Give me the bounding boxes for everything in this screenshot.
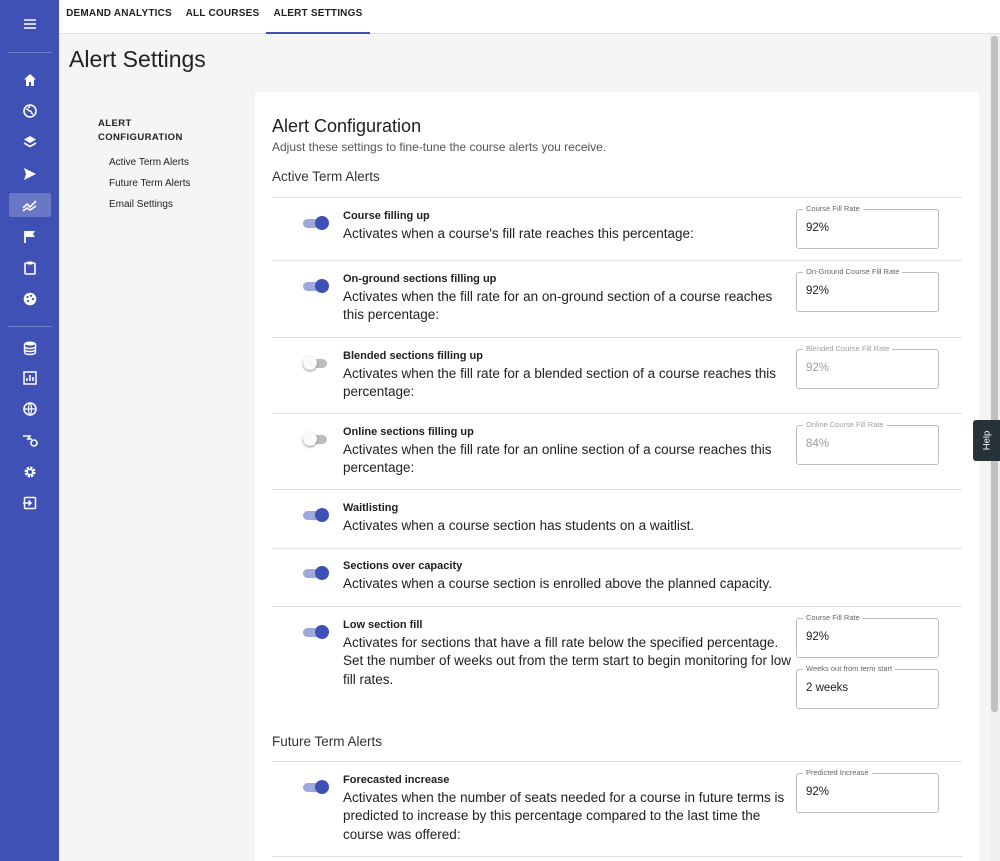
gear-icon[interactable]: [9, 460, 51, 484]
alert-name: Sections over capacity: [343, 560, 463, 572]
alert-description: Activates when the number of seats neede…: [343, 790, 785, 842]
tab-demand-analytics[interactable]: DEMAND ANALYTICS: [59, 0, 179, 34]
blended-fill-rate-input[interactable]: [806, 362, 926, 374]
on-ground-fill-rate-input[interactable]: [806, 285, 926, 297]
alert-name: Forecasted increase: [343, 774, 450, 786]
alert-toggle[interactable]: [303, 565, 329, 580]
online-fill-rate-input[interactable]: [806, 438, 926, 450]
alert-toggle[interactable]: [303, 355, 329, 370]
alert-toggle[interactable]: [303, 507, 329, 522]
nav-active-term-alerts[interactable]: Active Term Alerts: [109, 157, 189, 168]
section-active-term: Active Term Alerts: [272, 169, 380, 184]
nav-future-term-alerts[interactable]: Future Term Alerts: [109, 178, 191, 189]
low-fill-rate-input[interactable]: [806, 631, 926, 643]
divider: [272, 260, 962, 261]
bar-chart-icon[interactable]: [9, 366, 51, 390]
course-fill-rate-field[interactable]: Course Fill Rate: [796, 204, 939, 249]
palette-icon[interactable]: [9, 287, 51, 311]
on-ground-fill-rate-field[interactable]: On-Ground Course Fill Rate: [796, 267, 939, 312]
field-label: On-Ground Course Fill Rate: [803, 267, 903, 276]
divider: [272, 197, 962, 198]
flag-icon[interactable]: [9, 225, 51, 249]
divider: [272, 761, 962, 762]
trend-icon[interactable]: [9, 193, 51, 217]
alert-name: Low section fill: [343, 619, 423, 631]
alert-configuration-card: Alert Configuration Adjust these setting…: [255, 92, 979, 861]
predicted-increase-input[interactable]: [806, 786, 926, 798]
home-icon[interactable]: [9, 68, 51, 92]
field-label: Course Fill Rate: [803, 613, 863, 622]
weeks-out-input[interactable]: [806, 682, 926, 694]
online-fill-rate-field[interactable]: Online Course Fill Rate: [796, 420, 939, 465]
divider: [272, 606, 962, 607]
alert-description: Activates when a course's fill rate reac…: [343, 226, 694, 241]
layers-icon[interactable]: [9, 130, 51, 154]
predicted-increase-field[interactable]: Predicted Increase: [796, 768, 939, 813]
logout-icon[interactable]: [9, 491, 51, 515]
rail-divider: [8, 52, 52, 53]
left-nav-heading: ALERT CONFIGURATION: [98, 118, 183, 143]
alert-toggle[interactable]: [303, 215, 329, 230]
alert-description: Activates for sections that have a fill …: [343, 635, 791, 687]
globe-alt-icon[interactable]: [9, 397, 51, 421]
divider: [272, 548, 962, 549]
clipboard-icon[interactable]: [9, 256, 51, 280]
alert-description: Activates when the fill rate for a blend…: [343, 366, 776, 400]
divider: [272, 337, 962, 338]
card-subtitle: Adjust these settings to fine-tune the c…: [272, 140, 607, 154]
blended-fill-rate-field[interactable]: Blended Course Fill Rate: [796, 344, 939, 389]
course-fill-rate-input[interactable]: [806, 222, 926, 234]
divider: [272, 489, 962, 490]
left-rail: [0, 0, 59, 861]
send-icon[interactable]: [9, 162, 51, 186]
help-label: Help: [980, 430, 992, 451]
section-future-term: Future Term Alerts: [272, 734, 383, 749]
alert-name: On-ground sections filling up: [343, 273, 497, 285]
alert-name: Waitlisting: [343, 502, 399, 514]
alert-toggle[interactable]: [303, 431, 329, 446]
low-fill-rate-field[interactable]: Course Fill Rate: [796, 613, 939, 658]
top-tab-bar: DEMAND ANALYTICS ALL COURSES ALERT SETTI…: [59, 0, 1000, 34]
alert-name: Blended sections filling up: [343, 350, 483, 362]
field-label: Course Fill Rate: [803, 204, 863, 213]
menu-icon[interactable]: [9, 12, 51, 36]
help-button[interactable]: Help: [973, 420, 1000, 461]
alert-description: Activates when the fill rate for an onli…: [343, 442, 772, 476]
database-icon[interactable]: [9, 336, 51, 360]
alert-description: Activates when a course section has stud…: [343, 518, 695, 533]
alert-name: Online sections filling up: [343, 426, 474, 438]
alert-name: Course filling up: [343, 210, 430, 222]
divider: [272, 856, 962, 857]
weeks-out-field[interactable]: Weeks out from term start: [796, 664, 939, 709]
field-label: Blended Course Fill Rate: [803, 344, 893, 353]
divider: [272, 413, 962, 414]
route-icon[interactable]: [9, 428, 51, 452]
scrollbar-thumb[interactable]: [991, 36, 998, 712]
alert-description: Activates when a course section is enrol…: [343, 576, 773, 591]
field-label: Online Course Fill Rate: [803, 420, 887, 429]
page-title: Alert Settings: [69, 46, 206, 72]
card-title: Alert Configuration: [272, 116, 422, 136]
alert-toggle[interactable]: [303, 624, 329, 639]
rail-divider: [8, 326, 52, 327]
tab-alert-settings[interactable]: ALERT SETTINGS: [266, 0, 370, 34]
tab-all-courses[interactable]: ALL COURSES: [179, 0, 266, 34]
nav-email-settings[interactable]: Email Settings: [109, 199, 173, 210]
field-label: Predicted Increase: [803, 768, 872, 777]
alert-toggle[interactable]: [303, 278, 329, 293]
field-label: Weeks out from term start: [803, 664, 896, 673]
alert-toggle[interactable]: [303, 779, 329, 794]
globe-icon[interactable]: [9, 99, 51, 123]
alert-description: Activates when the fill rate for an on-g…: [343, 289, 773, 323]
